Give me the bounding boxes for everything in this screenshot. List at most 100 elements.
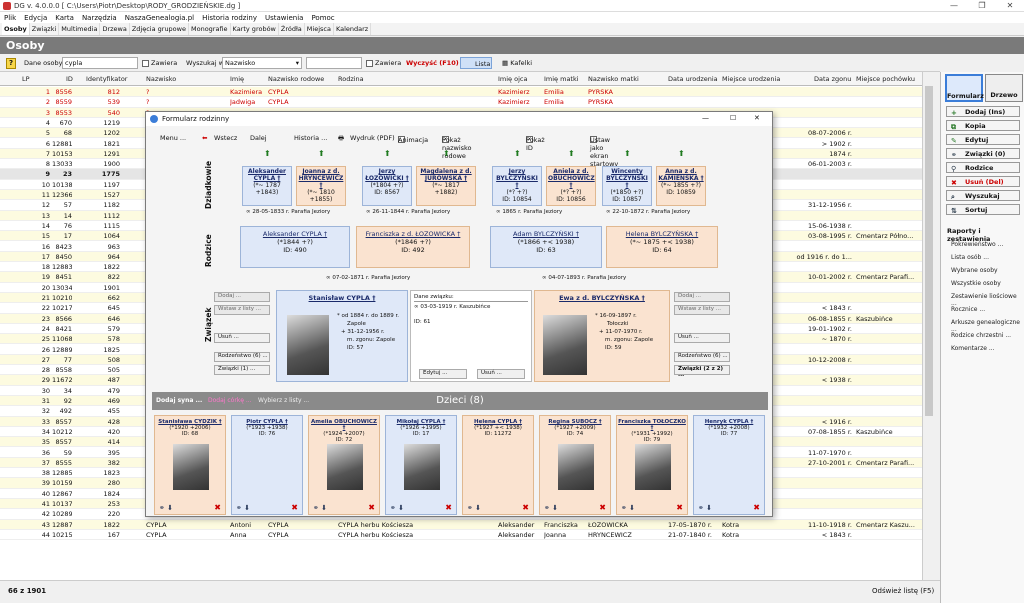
history-button[interactable]: Historia ...	[294, 134, 327, 142]
child-family-icon[interactable]: ⚭ ⬇	[544, 504, 558, 512]
child-family-icon[interactable]: ⚭ ⬇	[467, 504, 481, 512]
tab-multimedia[interactable]: Multimedia	[59, 23, 101, 35]
col-nazwisko[interactable]: Nazwisko	[146, 75, 176, 83]
go-up-arrow-icon[interactable]: ⬆	[384, 150, 391, 158]
go-up-arrow-icon[interactable]: ⬆	[678, 150, 685, 158]
table-row[interactable]: 1 8556 812? Kazimiera CYPLA Kazimierz Emilia PY…	[0, 87, 922, 98]
table-row[interactable]: 2 8559 539? Jadwiga CYPLA Kazimierz Emilia PYRS…	[0, 97, 922, 108]
child-card[interactable]: Stanisława CYDZIK † (*1920 +2006) ID: 68 ⚭ …	[154, 415, 226, 515]
col-identyfikator[interactable]: Identyfikator	[86, 75, 127, 83]
husband-unions-button[interactable]: Związki (1) ...	[214, 365, 270, 375]
child-card[interactable]: Henryk CYPLA † (*1932 +2008) ID: 77 ⚭ ⬇ ✖	[693, 415, 765, 515]
child-family-icon[interactable]: ⚭ ⬇	[313, 504, 327, 512]
choose-from-list-button[interactable]: Wybierz z listy ...	[258, 392, 309, 410]
child-family-icon[interactable]: ⚭ ⬇	[698, 504, 712, 512]
wife-delete-button[interactable]: Usuń ...	[674, 333, 730, 343]
report-chrzestni[interactable]: Rodzice chrzestni ...	[951, 332, 1011, 339]
child-family-icon[interactable]: ⚭ ⬇	[159, 504, 173, 512]
minimize-button[interactable]: —	[940, 0, 968, 12]
grandparent-card[interactable]: Aleksander CYPLA † (*~ 1787 +1843)	[242, 166, 292, 206]
parents-marriage[interactable]: ∞ 04-07-1893 r. Parafia Jeziory	[542, 275, 626, 281]
col-imie-ojca[interactable]: Imię ojca	[498, 75, 527, 83]
scroll-thumb[interactable]	[925, 86, 933, 416]
go-up-arrow-icon[interactable]: ⬆	[568, 150, 575, 158]
go-up-arrow-icon[interactable]: ⬆	[264, 150, 271, 158]
report-zestawienie[interactable]: Zestawienie liościowe ...	[951, 293, 1024, 307]
tab-zwiazki[interactable]: Związki	[30, 23, 60, 35]
clear-button[interactable]: Wyczyść (F10)	[406, 59, 459, 67]
add-button[interactable]: + Dodaj (Ins)	[946, 106, 1020, 117]
go-up-arrow-icon[interactable]: ⬆	[624, 150, 631, 158]
wife-add-button[interactable]: Dodaj ...	[674, 292, 730, 302]
report-pokrewienstwo[interactable]: Pokrewieństwo ...	[951, 241, 1003, 248]
grandparent-card[interactable]: Aniela z d. OBUCHOWICZ † (*? +?) ID: 10856	[546, 166, 596, 206]
go-up-arrow-icon[interactable]: ⬆	[318, 150, 325, 158]
drzewo-button[interactable]: Drzewo	[985, 74, 1023, 102]
parents-button[interactable]: ⚲ Rodzice	[946, 162, 1020, 173]
dialog-minimize[interactable]: —	[702, 114, 709, 122]
husband-add-button[interactable]: Dodaj ...	[214, 292, 270, 302]
grandparent-card[interactable]: Joanna z d. HRYNCEWICZ † (*~ 1810 +1855)	[296, 166, 346, 206]
remove-child-icon[interactable]: ✖	[753, 503, 760, 512]
husband-siblings-button[interactable]: Rodzeństwo (6) ...	[214, 352, 270, 362]
col-id[interactable]: ID	[66, 75, 73, 83]
parent-card[interactable]: Helena BYLCZYŃSKA † (*~ 1875 +< 1938) ID: …	[606, 226, 718, 268]
dialog-maximize[interactable]: ☐	[730, 114, 736, 122]
child-card[interactable]: Regina SUBOCZ † (*1927 +2009) ID: 74 ⚭ ⬇ ✖	[539, 415, 611, 515]
close-button[interactable]: ✕	[996, 0, 1024, 12]
grandparent-card[interactable]: Jerzy BYLCZYŃSKI † (*? +?) ID: 10854	[492, 166, 542, 206]
menu-pomoc[interactable]: Pomoc	[311, 14, 334, 22]
husband-delete-button[interactable]: Usuń ...	[214, 333, 270, 343]
print-pdf-button[interactable]: Wydruk (PDF)	[350, 134, 395, 142]
menu-plik[interactable]: Plik	[4, 14, 16, 22]
parent-card[interactable]: Aleksander CYPLA † (*1844 +?) ID: 490	[240, 226, 350, 268]
remove-child-icon[interactable]: ✖	[445, 503, 452, 512]
col-imie-matki[interactable]: Imię matki	[544, 75, 579, 83]
delete-button[interactable]: ✖ Usuń (Del)	[946, 176, 1020, 187]
wife-insert-button[interactable]: Wstaw z listy ...	[674, 305, 730, 315]
wife-unions-button[interactable]: Związki (2 z 2) ...	[674, 365, 730, 378]
dialog-menu[interactable]: Menu ...	[160, 134, 186, 142]
grandparents-marriage[interactable]: ∞ 1865 r. Parafia Jeziory	[496, 209, 562, 215]
dane-osoby-input[interactable]: cypla	[62, 57, 138, 69]
child-card[interactable]: Amelia OBUCHOWICZ † (*1924 +2007) ID: 72 ⚭ …	[308, 415, 380, 515]
grandparents-marriage[interactable]: ∞ 28-05-1833 r. Parafia Jeziory	[246, 209, 330, 215]
tab-osoby[interactable]: Osoby	[2, 23, 30, 35]
child-card[interactable]: Mikołaj CYPLA † (*1926 +1995) ID: 17 ⚭ ⬇ ✖	[385, 415, 457, 515]
col-nazwisko-rodowe[interactable]: Nazwisko rodowe	[268, 75, 324, 83]
col-lp[interactable]: LP	[22, 75, 30, 83]
husband-insert-button[interactable]: Wstaw z listy ...	[214, 305, 270, 315]
tab-miejsca[interactable]: Miejsca	[305, 23, 334, 35]
table-row[interactable]: 43 12887 1822 CYPLA Antoni CYPLA CYPLA herbu K…	[0, 519, 922, 530]
menu-historia[interactable]: Historia rodziny	[202, 14, 257, 22]
formularz-button[interactable]: Formularz	[945, 74, 984, 102]
remove-child-icon[interactable]: ✖	[368, 503, 375, 512]
remove-child-icon[interactable]: ✖	[599, 503, 606, 512]
tab-kalendarz[interactable]: Kalendarz	[334, 23, 372, 35]
grandparents-marriage[interactable]: ∞ 26-11-1844 r. Parafia Jeziory	[366, 209, 450, 215]
go-up-arrow-icon[interactable]: ⬆	[514, 150, 521, 158]
menu-naszagenealogia[interactable]: NaszaGenealogia.pl	[125, 14, 194, 22]
maximize-button[interactable]: ❐	[968, 0, 996, 12]
tiles-view-button[interactable]: ▦ Kafelki	[502, 59, 532, 67]
wife-siblings-button[interactable]: Rodzeństwo (6) ...	[674, 352, 730, 362]
child-family-icon[interactable]: ⚭ ⬇	[621, 504, 635, 512]
remove-child-icon[interactable]: ✖	[214, 503, 221, 512]
dialog-close[interactable]: ✕	[754, 114, 760, 122]
menu-narzedzia[interactable]: Narzędzia	[82, 14, 117, 22]
next-button[interactable]: Dalej	[250, 134, 267, 142]
tab-zrodla[interactable]: Źródła	[279, 23, 305, 35]
back-arrow-icon[interactable]: ⬅	[202, 134, 207, 142]
menu-karta[interactable]: Karta	[55, 14, 74, 22]
vertical-scrollbar[interactable]	[922, 72, 934, 580]
union-edit-button[interactable]: Edytuj ...	[419, 369, 467, 379]
add-son-button[interactable]: Dodaj syna ...	[156, 392, 202, 410]
copy-button[interactable]: ⧉ Kopia	[946, 120, 1020, 131]
help-icon[interactable]: ?	[6, 58, 16, 69]
col-data-zgonu[interactable]: Data zgonu	[814, 75, 851, 83]
tab-karty-grobow[interactable]: Karty grobów	[231, 23, 279, 35]
tab-drzewa[interactable]: Drzewa	[100, 23, 130, 35]
sort-button[interactable]: ⇅ Sortuj	[946, 204, 1020, 215]
search-value-input[interactable]	[306, 57, 362, 69]
col-miejsce-pochowku[interactable]: Miejsce pochówku	[856, 75, 915, 83]
